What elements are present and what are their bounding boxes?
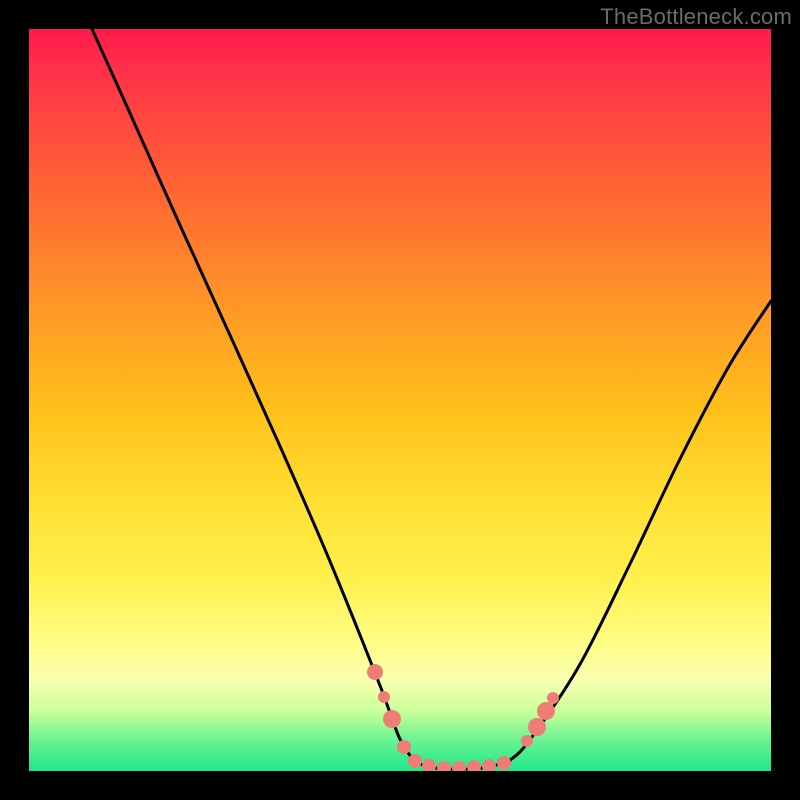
data-marker bbox=[408, 754, 422, 768]
data-marker bbox=[497, 756, 511, 770]
data-marker bbox=[437, 761, 451, 771]
data-marker bbox=[422, 759, 436, 771]
data-marker bbox=[537, 702, 555, 720]
bottleneck-curve bbox=[29, 29, 771, 771]
chart-plot bbox=[29, 29, 771, 771]
data-marker bbox=[378, 691, 390, 703]
data-marker bbox=[547, 692, 559, 704]
data-marker bbox=[482, 759, 496, 771]
watermark-text: TheBottleneck.com bbox=[600, 4, 792, 30]
data-marker bbox=[521, 735, 533, 747]
data-marker bbox=[383, 710, 401, 728]
data-marker bbox=[367, 664, 383, 680]
data-marker bbox=[397, 740, 411, 754]
data-marker bbox=[528, 718, 546, 736]
data-marker bbox=[452, 761, 466, 771]
data-marker bbox=[467, 760, 481, 771]
